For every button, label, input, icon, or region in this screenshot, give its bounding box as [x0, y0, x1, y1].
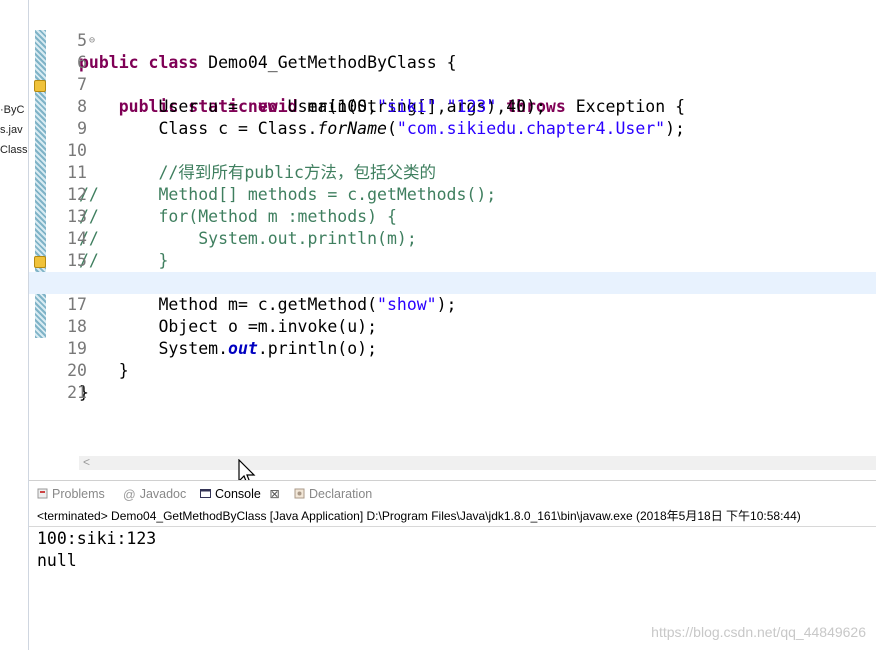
fold-icon[interactable]: ⊖ [89, 30, 95, 52]
scroll-left-icon[interactable]: < [83, 455, 90, 469]
code-line: 9 [29, 96, 876, 138]
console-icon [200, 489, 211, 498]
code-line: 15 [29, 228, 876, 270]
problems-icon [37, 488, 48, 499]
code-line: 8 Class c = Class.forName("com.sikiedu.c… [29, 74, 876, 138]
code-line: 18 System.out.println(o); [29, 294, 876, 358]
code-line-current: 17 Object o =m.invoke(u); [29, 272, 876, 336]
code-line: 10 //得到所有public方法，包括父类的 [29, 118, 876, 182]
code-line: 13 // System.out.println(m); [29, 184, 876, 248]
bottom-panel-tabs: Problems @ Javadoc Console ⊠ Declaration [29, 480, 876, 506]
tab-declaration[interactable]: Declaration [294, 486, 372, 502]
code-line: 12 // for(Method m :methods) { [29, 162, 876, 226]
package-explorer-item[interactable]: s.jav [0, 124, 23, 136]
code-line: 6 ⊖ public static void main(String[] arg… [29, 30, 876, 116]
watermark: https://blog.csdn.net/qq_44849626 [651, 624, 866, 640]
code-line: 5 public class Demo04_GetMethodByClass { [29, 8, 876, 72]
code-line: 16 Method m= c.getMethod("show"); [29, 250, 876, 314]
code-line: 20 } [29, 338, 876, 402]
declaration-icon [294, 488, 305, 499]
console-status-header: <terminated> Demo04_GetMethodByClass [Ja… [37, 509, 801, 523]
console-output-line: 100:siki:123 [37, 529, 157, 548]
line-number: 21 [67, 383, 87, 402]
tab-console[interactable]: Console ⊠ [200, 486, 280, 502]
code-line: 7 User u = new User(100,"siki","123",40)… [29, 52, 876, 116]
tab-problems[interactable]: Problems [37, 486, 105, 502]
code-editor[interactable]: 5 public class Demo04_GetMethodByClass {… [29, 0, 876, 470]
package-explorer-item[interactable]: ·ByC [0, 104, 24, 116]
code-line: 14 // } [29, 206, 876, 270]
package-explorer-item[interactable]: Class [0, 144, 28, 156]
package-explorer-strip: ·ByC s.jav Class [0, 0, 29, 650]
console-output-line: null [37, 551, 77, 570]
code-line: 19 } [29, 316, 876, 380]
code-line: 21 [29, 360, 876, 402]
tab-javadoc[interactable]: @ Javadoc [123, 486, 186, 502]
javadoc-icon: @ [123, 488, 136, 502]
close-icon[interactable]: ⊠ [269, 487, 279, 501]
code-line: 11 // Method[] methods = c.getMethods(); [29, 140, 876, 204]
horizontal-scrollbar[interactable]: < [79, 455, 876, 470]
